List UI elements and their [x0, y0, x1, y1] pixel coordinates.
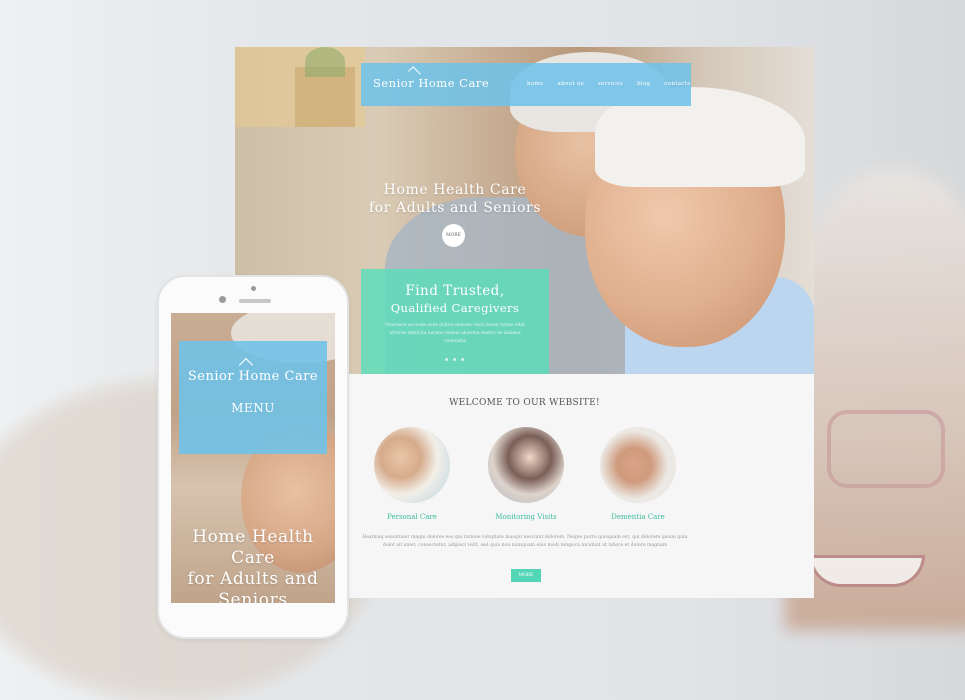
slider-dot-1[interactable] — [445, 358, 448, 361]
promo-title-line1: Find Trusted, — [405, 283, 505, 299]
nav-blog[interactable]: blog — [637, 81, 650, 87]
phone-site-logo[interactable]: Senior Home Care — [179, 369, 327, 384]
phone-hero-title: Home Health Care for Adults and Seniors — [171, 527, 335, 603]
phone-title-line4: Seniors — [218, 590, 288, 603]
phone-preview: Senior Home Care MENU Home Health Care f… — [157, 275, 349, 639]
service-label-personal-care[interactable]: Personal Care — [347, 513, 477, 521]
phone-header: Senior Home Care MENU — [179, 341, 327, 454]
nav-home[interactable]: home — [527, 81, 544, 87]
service-label-dementia-care[interactable]: Dementia Care — [573, 513, 703, 521]
slider-dot-2[interactable] — [453, 358, 456, 361]
phone-title-line3: for Adults and — [187, 569, 319, 589]
nav-about-us[interactable]: about us — [558, 81, 584, 87]
main-nav: home about us services blog contacts — [527, 81, 690, 87]
hero-more-button[interactable]: MORE — [442, 224, 465, 247]
promo-title-line2: Qualified Caregivers — [390, 301, 520, 315]
phone-sensor — [251, 286, 256, 291]
service-image-personal-care[interactable] — [374, 427, 450, 503]
phone-camera-icon — [219, 296, 226, 303]
hero-title-line2: for Adults and Seniors — [368, 200, 542, 216]
service-label-monitoring-visits[interactable]: Monitoring Visits — [461, 513, 591, 521]
slider-dot-3[interactable] — [461, 358, 464, 361]
service-image-monitoring-visits[interactable] — [488, 427, 564, 503]
welcome-body-text: Beatmaq seauntiaer magni dolores eos qui… — [362, 535, 688, 549]
slider-pagination — [445, 358, 464, 361]
phone-title-line2: Care — [231, 548, 275, 568]
phone-speaker — [239, 299, 271, 303]
welcome-more-button[interactable]: MORE — [511, 569, 541, 582]
hero-title-line1: Home Health Care — [383, 182, 527, 198]
nav-services[interactable]: services — [598, 81, 623, 87]
hero-title: Home Health Care for Adults and Seniors — [345, 181, 565, 217]
nav-contacts[interactable]: contacts — [664, 81, 690, 87]
phone-title-line1: Home Health — [192, 527, 314, 547]
phone-menu-button[interactable]: MENU — [179, 401, 327, 415]
background-glasses — [827, 410, 945, 488]
promo-box: Find Trusted, Qualified Caregivers Nenta… — [361, 269, 549, 374]
service-image-dementia-care[interactable] — [600, 427, 676, 503]
site-logo[interactable]: Senior Home Care — [373, 76, 489, 90]
header-nav-bar: Senior Home Care home about us services … — [361, 63, 691, 106]
hero-background-plant — [305, 47, 345, 77]
phone-screen: Senior Home Care MENU Home Health Care f… — [171, 313, 335, 603]
promo-text: Nentasce accorde avez dolore massas vest… — [385, 323, 525, 344]
background-smile — [809, 555, 925, 587]
